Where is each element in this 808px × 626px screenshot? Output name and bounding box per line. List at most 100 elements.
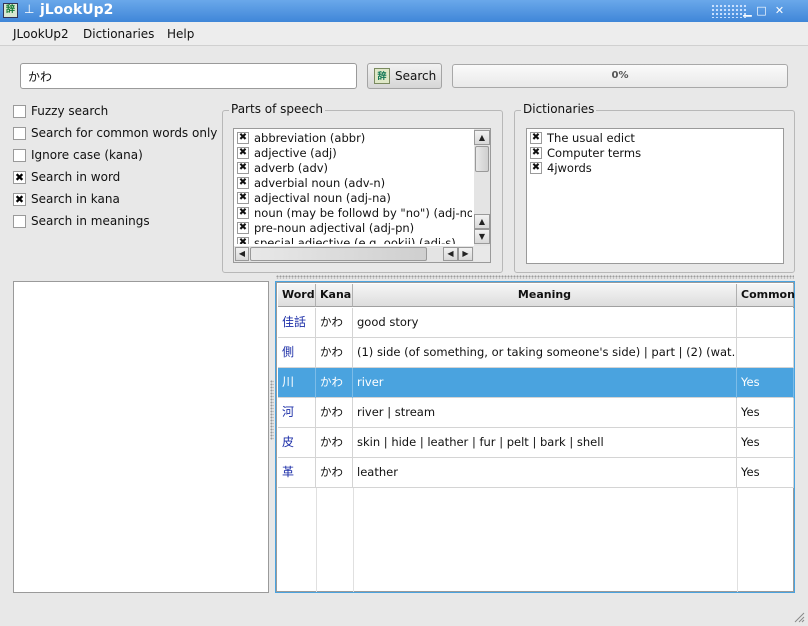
- app-icon[interactable]: 辞: [3, 3, 18, 18]
- list-item-label: abbreviation (abbr): [254, 131, 366, 145]
- cell-word[interactable]: 佳話: [278, 308, 316, 338]
- cell-common[interactable]: Yes: [737, 458, 794, 488]
- list-item[interactable]: ✖ Computer terms: [527, 146, 777, 161]
- cell-word[interactable]: 側: [278, 338, 316, 368]
- cell-meaning[interactable]: (1) side (of something, or taking someon…: [353, 338, 737, 368]
- title-bar[interactable]: 辞 ⊥ jLookUp2 ▁ □ ✕: [0, 0, 808, 22]
- common-words-only-checkbox[interactable]: Search for common words only: [13, 126, 217, 142]
- dictionaries-list[interactable]: ✖ The usual edict ✖ Computer terms ✖ 4jw…: [526, 128, 784, 264]
- cell-kana[interactable]: かわ: [316, 398, 353, 428]
- table-row[interactable]: 皮 かわ skin | hide | leather | fur | pelt …: [278, 428, 794, 458]
- search-input[interactable]: [20, 63, 357, 89]
- cell-common[interactable]: Yes: [737, 368, 794, 398]
- cell-common[interactable]: [737, 308, 794, 338]
- checkbox-box[interactable]: ✖: [237, 177, 249, 189]
- vertical-scrollbar[interactable]: ▲ ▲ ▼: [474, 129, 490, 246]
- table-row[interactable]: 河 かわ river | stream Yes: [278, 398, 794, 428]
- menu-jlookup2[interactable]: JLookUp2: [13, 27, 69, 41]
- column-header-common[interactable]: Common: [737, 284, 795, 307]
- menu-dictionaries[interactable]: Dictionaries: [83, 27, 154, 41]
- checkbox-box[interactable]: ✖: [237, 147, 249, 159]
- checkbox-box[interactable]: ✖: [237, 192, 249, 204]
- checkbox-box[interactable]: ✖: [237, 162, 249, 174]
- list-item[interactable]: ✖ The usual edict: [527, 131, 777, 146]
- scroll-up-icon[interactable]: ▲: [474, 130, 490, 145]
- grid-line: [737, 488, 738, 592]
- scrollbar-thumb[interactable]: [475, 146, 489, 172]
- cell-word[interactable]: 革: [278, 458, 316, 488]
- scroll-down-icon[interactable]: ▼: [474, 229, 490, 244]
- search-in-meanings-checkbox[interactable]: Search in meanings: [13, 214, 213, 230]
- search-dictionary-icon: 辞: [374, 68, 390, 84]
- table-row[interactable]: 佳話 かわ good story: [278, 308, 794, 338]
- grid-line: [316, 488, 317, 592]
- checkbox-box[interactable]: [13, 149, 26, 162]
- maximize-icon[interactable]: □: [754, 4, 769, 18]
- cell-word[interactable]: 皮: [278, 428, 316, 458]
- vertical-splitter-handle[interactable]: [270, 380, 274, 440]
- list-item-label: Computer terms: [547, 146, 642, 160]
- cell-common[interactable]: Yes: [737, 428, 794, 458]
- cell-kana[interactable]: かわ: [316, 458, 353, 488]
- list-item[interactable]: ✖ 4jwords: [527, 161, 777, 176]
- scroll-right-icon[interactable]: ▶: [458, 247, 473, 261]
- resize-grip-icon[interactable]: [793, 611, 805, 623]
- cell-word[interactable]: 川: [278, 368, 316, 398]
- checkbox-box[interactable]: ✖: [237, 222, 249, 234]
- pin-icon[interactable]: ⊥: [24, 2, 34, 16]
- table-row[interactable]: 川 かわ river Yes: [278, 368, 794, 398]
- checkbox-box[interactable]: [13, 215, 26, 228]
- column-header-meaning[interactable]: Meaning: [353, 284, 737, 307]
- search-button[interactable]: 辞 Search: [367, 63, 442, 89]
- cell-meaning[interactable]: good story: [353, 308, 737, 338]
- horizontal-splitter-handle[interactable]: [276, 275, 794, 279]
- cell-meaning[interactable]: river: [353, 368, 737, 398]
- close-icon[interactable]: ✕: [772, 4, 787, 18]
- list-item-label: noun (may be followd by "no") (adj-no): [254, 206, 472, 220]
- checkbox-label: Search in word: [31, 170, 121, 184]
- horizontal-scrollbar[interactable]: ◀ ◀ ▶: [234, 246, 474, 262]
- cell-kana[interactable]: かわ: [316, 338, 353, 368]
- checkbox-box[interactable]: [13, 127, 26, 140]
- column-header-kana[interactable]: Kana: [316, 284, 353, 307]
- menu-help[interactable]: Help: [167, 27, 194, 41]
- checkbox-box[interactable]: ✖: [237, 237, 249, 244]
- minimize-icon[interactable]: ▁: [740, 4, 755, 18]
- cell-kana[interactable]: かわ: [316, 428, 353, 458]
- checkbox-box[interactable]: ✖: [13, 193, 26, 206]
- checkbox-box[interactable]: ✖: [530, 147, 542, 159]
- cell-kana[interactable]: かわ: [316, 368, 353, 398]
- search-in-kana-checkbox[interactable]: ✖ Search in kana: [13, 192, 213, 208]
- checkbox-box[interactable]: ✖: [237, 207, 249, 219]
- checkbox-box[interactable]: ✖: [530, 162, 542, 174]
- list-item-label: adjectival noun (adj-na): [254, 191, 391, 205]
- scroll-up-icon[interactable]: ▲: [474, 214, 490, 229]
- entry-detail-panel[interactable]: [13, 281, 269, 593]
- scroll-left-icon[interactable]: ◀: [235, 247, 249, 261]
- results-table[interactable]: Word Kana Meaning Common 佳話 かわ good stor…: [275, 281, 795, 593]
- checkbox-label: Search in kana: [31, 192, 120, 206]
- parts-of-speech-list[interactable]: ✖ abbreviation (abbr) ✖ adjective (adj) …: [233, 128, 491, 263]
- column-header-word[interactable]: Word: [278, 284, 316, 307]
- table-row[interactable]: 側 かわ (1) side (of something, or taking s…: [278, 338, 794, 368]
- cell-meaning[interactable]: river | stream: [353, 398, 737, 428]
- search-in-word-checkbox[interactable]: ✖ Search in word: [13, 170, 213, 186]
- checkbox-box[interactable]: ✖: [530, 132, 542, 144]
- fuzzy-search-checkbox[interactable]: Fuzzy search: [13, 104, 213, 120]
- table-row[interactable]: 革 かわ leather Yes: [278, 458, 794, 488]
- checkbox-box[interactable]: ✖: [13, 171, 26, 184]
- checkbox-box[interactable]: ✖: [237, 132, 249, 144]
- cell-common[interactable]: [737, 338, 794, 368]
- cell-meaning[interactable]: leather: [353, 458, 737, 488]
- ignore-case-kana-checkbox[interactable]: Ignore case (kana): [13, 148, 213, 164]
- cell-common[interactable]: Yes: [737, 398, 794, 428]
- scrollbar-thumb[interactable]: [250, 247, 427, 261]
- cell-word[interactable]: 河: [278, 398, 316, 428]
- checkbox-box[interactable]: [13, 105, 26, 118]
- dictionaries-title: Dictionaries: [521, 102, 597, 116]
- parts-of-speech-title: Parts of speech: [229, 102, 325, 116]
- cell-meaning[interactable]: skin | hide | leather | fur | pelt | bar…: [353, 428, 737, 458]
- scroll-left-icon[interactable]: ◀: [443, 247, 458, 261]
- cell-kana[interactable]: かわ: [316, 308, 353, 338]
- search-progress-bar: 0%: [452, 64, 788, 88]
